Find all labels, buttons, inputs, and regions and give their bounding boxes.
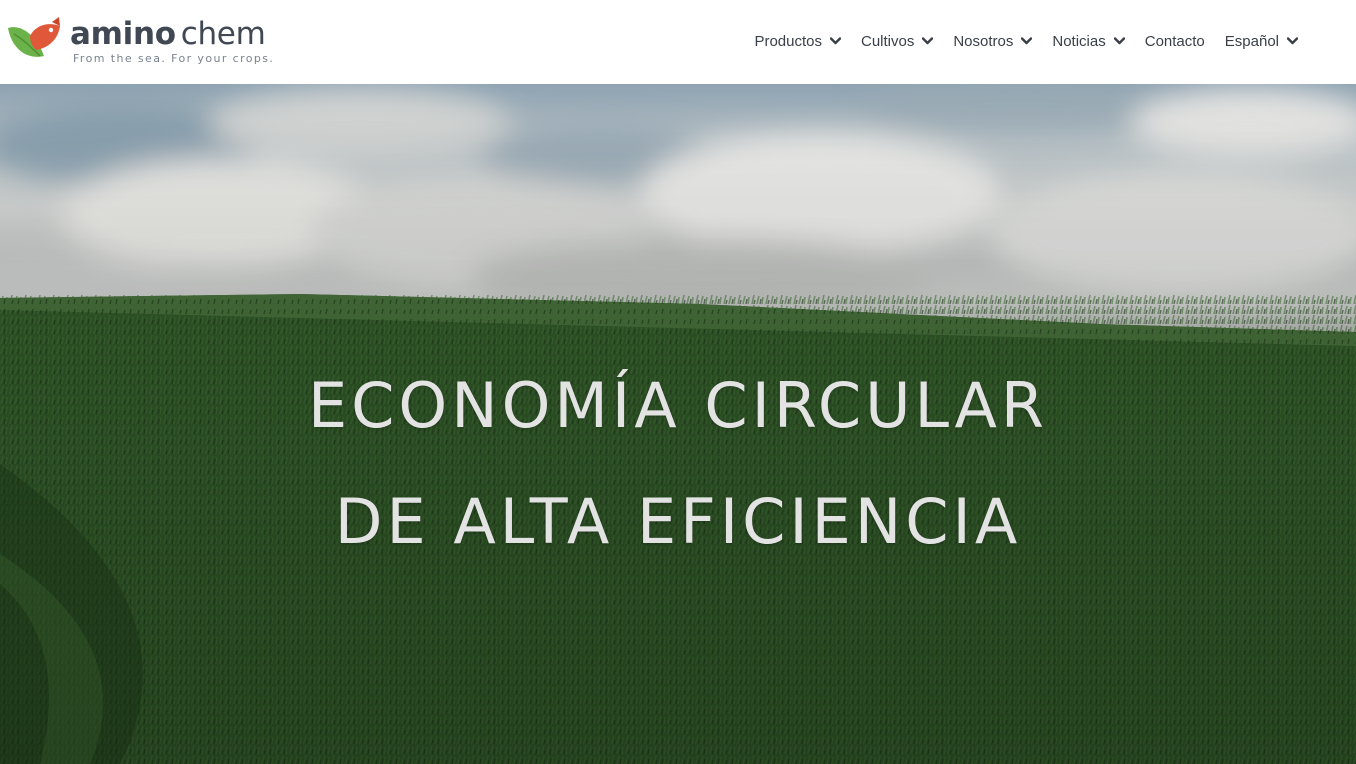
chevron-down-icon [1287,37,1298,45]
brand-name-bold: amino [70,16,176,52]
nav-item-cultivos[interactable]: Cultivos [860,28,934,54]
nav-item-noticias[interactable]: Noticias [1052,28,1125,54]
nav-item-label: Nosotros [953,32,1014,50]
hero-title: ECONOMÍA CIRCULAR DE ALTA EFICIENCIA [0,348,1356,580]
nav-item-label: Productos [754,32,822,50]
nav-item-label: Cultivos [860,32,915,50]
nav-item-label: Contacto [1144,32,1205,50]
chevron-down-icon [829,37,841,45]
hero-video[interactable]: ECONOMÍA CIRCULAR DE ALTA EFICIENCIA [0,84,1356,764]
language-label: Español [1224,32,1279,50]
brand-name: amino chem [70,16,266,52]
chevron-down-icon [1113,37,1125,45]
aminochem-logo-icon [8,17,60,57]
hero-title-line-1: ECONOMÍA CIRCULAR [307,369,1049,442]
nav-item-productos[interactable]: Productos [754,28,841,54]
hero-title-line-2: DE ALTA EFICIENCIA [334,485,1022,558]
language-selector[interactable]: Español [1225,28,1298,54]
site-header: amino chem From the sea. For your crops. … [0,0,1356,84]
brand-name-light: chem [180,16,266,52]
logo-link[interactable]: amino chem From the sea. For your crops. [6,14,276,68]
nav-item-contacto[interactable]: Contacto [1145,28,1205,54]
brand-tagline: From the sea. For your crops. [73,52,275,65]
nav-item-label: Noticias [1052,32,1106,50]
main-nav: Productos Cultivos Nosotros Noticias Con… [754,28,1298,54]
chevron-down-icon [922,37,934,45]
chevron-down-icon [1021,37,1033,45]
nav-item-nosotros[interactable]: Nosotros [953,28,1033,54]
